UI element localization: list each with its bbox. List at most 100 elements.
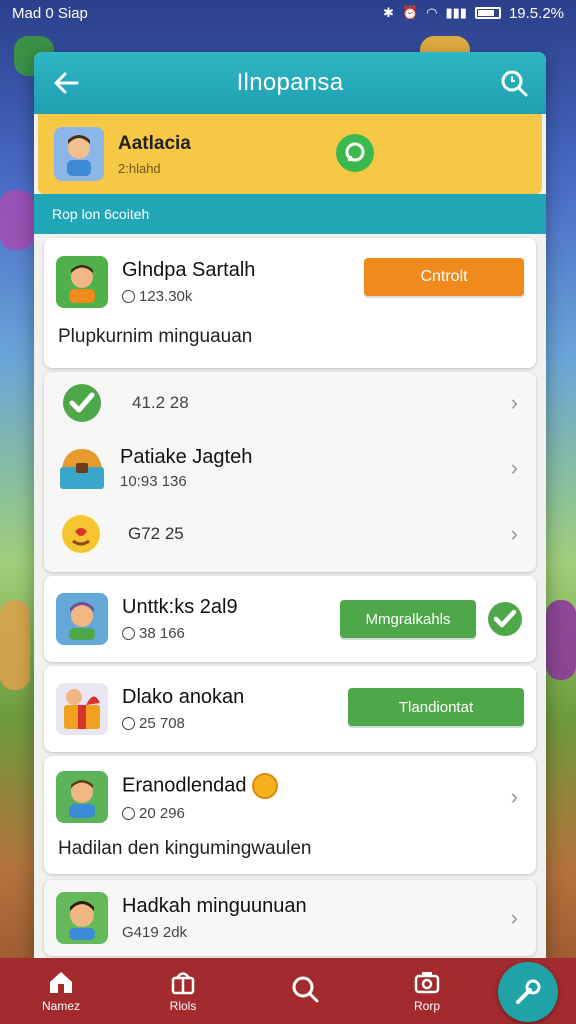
list-item-value: 41.2 28 bbox=[132, 393, 189, 412]
search-icon bbox=[501, 70, 528, 97]
list-item-title: Patiake Jagteh bbox=[120, 446, 253, 468]
list-item[interactable]: 41.2 28 › bbox=[44, 372, 536, 434]
nav-label: Rorp bbox=[413, 999, 440, 1013]
profile-banner[interactable]: Aatlacia 2:hlahd bbox=[38, 114, 542, 194]
list-card[interactable]: Hadkah minguunuan G419 2dk › bbox=[44, 880, 536, 956]
card-description: Plupkurnim minguauan bbox=[58, 326, 253, 347]
list-card[interactable]: Unttk:ks 2al9 38 166 Mmgralkahls bbox=[44, 576, 536, 662]
card-sub-value: 25 708 bbox=[139, 715, 185, 732]
search-button[interactable] bbox=[498, 67, 530, 99]
list-item-text: Patiake Jagteh 10:93 136 bbox=[120, 446, 252, 490]
action-button[interactable]: Tlandiontat bbox=[348, 688, 524, 726]
avatar bbox=[56, 683, 108, 735]
bluetooth-icon: ✱ bbox=[383, 5, 394, 20]
card-text: Eranodlendad 20 296 bbox=[122, 772, 279, 822]
card-sub-value: 20 296 bbox=[139, 804, 185, 822]
avatar bbox=[56, 593, 108, 645]
list-card[interactable]: Dlako anokan 25 708 Tlandiontat bbox=[44, 666, 536, 752]
character-avatar-icon bbox=[69, 602, 95, 640]
chevron-right-icon: › bbox=[510, 390, 518, 415]
wifi-icon: ◠ bbox=[426, 5, 438, 20]
list-card[interactable]: Glndpa Sartalh 123.30k Cntrolt Plupkurni… bbox=[44, 238, 536, 368]
card-text: Unttk:ks 2al9 38 166 bbox=[122, 596, 238, 642]
card-title-text: Eranodlendad bbox=[122, 773, 247, 796]
avatar bbox=[56, 892, 108, 944]
status-icons: ✱ ⏰ ◠ ▮▮▮ 19.5.2% bbox=[383, 5, 564, 22]
list-card: 41.2 28 › Patiake Jagteh 10:93 136 › G72… bbox=[44, 372, 536, 572]
search-icon bbox=[292, 976, 319, 1003]
character-avatar-icon bbox=[69, 780, 95, 818]
status-bar: Mad 0 Siap ✱ ⏰ ◠ ▮▮▮ 19.5.2% bbox=[0, 0, 576, 26]
alarm-icon: ⏰ bbox=[401, 5, 419, 20]
avatar bbox=[56, 256, 108, 308]
nav-home[interactable]: Namez bbox=[0, 969, 122, 1013]
card-title: Glndpa Sartalh bbox=[122, 259, 256, 281]
list-card[interactable]: Eranodlendad 20 296 › Hadilan den kingum… bbox=[44, 756, 536, 874]
action-button[interactable]: Mmgralkahls bbox=[340, 600, 476, 638]
card-sub: 25 708 bbox=[122, 715, 244, 732]
background-game-art bbox=[546, 600, 576, 680]
status-carrier: Mad 0 Siap bbox=[12, 4, 88, 22]
banner-text: Aatlacia 2:hlahd bbox=[118, 133, 191, 176]
clock-icon bbox=[122, 717, 135, 730]
wrench-icon bbox=[516, 979, 541, 1004]
background-game-art bbox=[0, 600, 30, 690]
card-description: Hadilan den kingumingwaulen bbox=[58, 838, 312, 859]
card-title: Unttk:ks 2al9 bbox=[122, 596, 238, 618]
gift-box-icon bbox=[64, 689, 100, 729]
card-text: Glndpa Sartalh 123.30k bbox=[122, 259, 255, 305]
chevron-right-icon: › bbox=[510, 521, 518, 546]
nav-search[interactable] bbox=[244, 974, 366, 1008]
battery-icon bbox=[474, 7, 501, 19]
card-title: Dlako anokan bbox=[122, 686, 245, 708]
list-item[interactable]: Patiake Jagteh 10:93 136 › bbox=[44, 434, 536, 502]
main-panel: Ilnopansa Aatlacia 2:hlahd Rop lon 6coit… bbox=[34, 52, 546, 962]
coin-icon bbox=[252, 772, 279, 799]
emoji-heart-icon bbox=[62, 515, 100, 553]
card-sub: G419 2dk bbox=[122, 924, 188, 941]
character-avatar-icon bbox=[67, 135, 91, 176]
card-sub: 38 166 bbox=[122, 625, 238, 642]
bottom-nav: Namez Rlols Rorp bbox=[0, 958, 576, 1024]
clock-icon bbox=[122, 290, 135, 303]
nav-rewards[interactable]: Rlols bbox=[122, 969, 244, 1013]
card-row: Hadkah minguunuan G419 2dk › bbox=[44, 880, 536, 956]
card-sub-value: 38 166 bbox=[139, 625, 185, 642]
card-sub-value: 123.30k bbox=[139, 288, 193, 305]
back-button[interactable] bbox=[50, 67, 82, 99]
character-avatar-icon bbox=[69, 265, 95, 303]
list-item[interactable]: G72 25 › bbox=[44, 502, 536, 566]
chevron-right-icon: › bbox=[510, 784, 518, 809]
arrow-left-icon bbox=[54, 72, 79, 94]
banner-name: Aatlacia bbox=[118, 132, 191, 154]
nav-label: Namez bbox=[41, 999, 80, 1013]
clock-icon bbox=[122, 806, 135, 820]
avatar bbox=[56, 771, 108, 823]
banner-subtext: 2:hlahd bbox=[118, 160, 161, 176]
card-row: Dlako anokan 25 708 Tlandiontat bbox=[44, 666, 536, 752]
gift-icon bbox=[171, 972, 195, 995]
nav-label: Rlols bbox=[169, 999, 197, 1013]
clock-icon bbox=[122, 627, 135, 640]
chevron-right-icon: › bbox=[510, 905, 518, 930]
card-sub: 123.30k bbox=[122, 288, 255, 305]
card-text: Dlako anokan 25 708 bbox=[122, 686, 244, 732]
card-row: Glndpa Sartalh 123.30k Cntrolt bbox=[44, 238, 536, 326]
signal-icon: ▮▮▮ bbox=[445, 5, 467, 20]
action-button[interactable]: Cntrolt bbox=[364, 258, 524, 296]
nav-shop[interactable]: Rorp bbox=[366, 969, 488, 1013]
list-item-value: G72 25 bbox=[128, 524, 184, 543]
card-sub: 20 296 bbox=[122, 805, 278, 822]
chat-icon bbox=[345, 142, 365, 162]
settings-fab-button[interactable] bbox=[498, 962, 558, 1022]
check-circle-icon bbox=[488, 602, 522, 636]
background-game-art bbox=[0, 190, 34, 250]
card-text: Hadkah minguunuan G419 2dk bbox=[122, 895, 307, 941]
card-row: Eranodlendad 20 296 › bbox=[44, 756, 536, 838]
section-label: Rop lon 6coiteh bbox=[34, 194, 546, 234]
character-avatar-icon bbox=[69, 901, 95, 940]
card-title: Eranodlendad bbox=[122, 772, 279, 799]
check-circle-icon bbox=[63, 384, 101, 422]
chat-button[interactable] bbox=[336, 134, 374, 172]
card-row: Unttk:ks 2al9 38 166 Mmgralkahls bbox=[44, 576, 536, 662]
